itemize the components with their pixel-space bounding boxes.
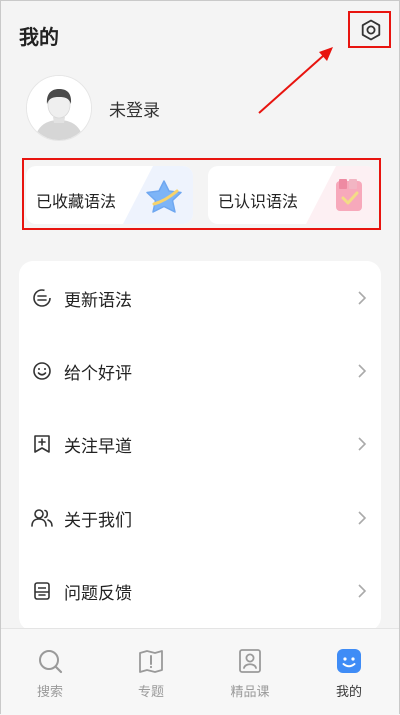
menu-item-label: 问题反馈 bbox=[64, 583, 132, 604]
tab-search[interactable]: 搜索 bbox=[20, 647, 80, 703]
tab-premium-courses[interactable]: 精品课 bbox=[220, 647, 280, 703]
menu-item-label: 更新语法 bbox=[64, 290, 132, 311]
profile-section[interactable]: 未登录 bbox=[26, 75, 160, 141]
profile-icon bbox=[335, 647, 363, 675]
course-icon bbox=[236, 647, 264, 675]
page-title: 我的 bbox=[19, 25, 59, 49]
add-bookmark-icon bbox=[31, 433, 53, 455]
avatar[interactable] bbox=[26, 75, 92, 141]
menu-item-about-us[interactable]: 关于我们 bbox=[19, 498, 381, 538]
menu-item-label: 关注早道 bbox=[64, 436, 132, 457]
chevron-right-icon bbox=[358, 511, 367, 525]
chevron-right-icon bbox=[358, 364, 367, 378]
favorited-grammar-card[interactable]: 已收藏语法 bbox=[26, 166, 193, 224]
tab-label: 搜索 bbox=[36, 685, 63, 700]
menu-item-update-grammar[interactable]: 更新语法 bbox=[19, 278, 381, 318]
feedback-icon bbox=[31, 580, 53, 602]
tab-label: 我的 bbox=[335, 685, 362, 700]
menu-item-feedback[interactable]: 问题反馈 bbox=[19, 571, 381, 611]
tab-topics[interactable]: 专题 bbox=[121, 647, 181, 703]
settings-highlight-box bbox=[348, 11, 391, 48]
tab-label: 精品课 bbox=[230, 685, 270, 700]
known-grammar-card[interactable]: 已认识语法 bbox=[208, 166, 376, 224]
tab-label: 专题 bbox=[137, 685, 164, 700]
menu-item-rate-us[interactable]: 给个好评 bbox=[19, 351, 381, 391]
chevron-right-icon bbox=[358, 584, 367, 598]
chevron-right-icon bbox=[358, 291, 367, 305]
refresh-icon bbox=[31, 287, 53, 309]
settings-menu-list: 更新语法 给个好评 关注早道 关于我们 问题反馈 bbox=[19, 261, 381, 631]
menu-item-label: 给个好评 bbox=[64, 363, 132, 384]
menu-item-label: 关于我们 bbox=[64, 510, 132, 531]
checked-bookmark-icon bbox=[336, 179, 362, 211]
tab-profile[interactable]: 我的 bbox=[319, 647, 379, 703]
menu-item-follow-zaodao[interactable]: 关注早道 bbox=[19, 424, 381, 464]
chevron-right-icon bbox=[358, 437, 367, 451]
bottom-tab-bar: 搜索 专题 精品课 我的 bbox=[1, 628, 399, 715]
favorited-grammar-label: 已收藏语法 bbox=[36, 192, 117, 211]
default-avatar-icon bbox=[27, 76, 91, 140]
username-label[interactable]: 未登录 bbox=[109, 96, 160, 121]
search-icon bbox=[36, 647, 64, 675]
smile-icon bbox=[31, 360, 53, 382]
star-icon bbox=[146, 180, 182, 213]
users-icon bbox=[31, 507, 53, 529]
known-grammar-label: 已认识语法 bbox=[218, 192, 299, 211]
book-icon bbox=[137, 647, 165, 675]
